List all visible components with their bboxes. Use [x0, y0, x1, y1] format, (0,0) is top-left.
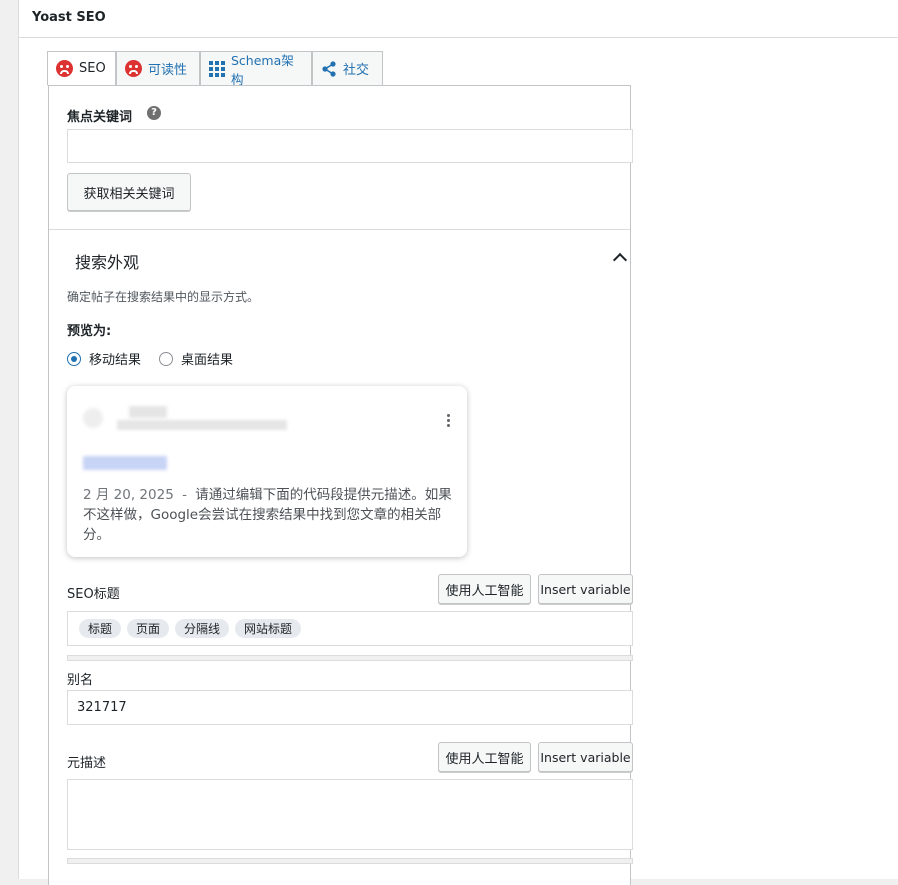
snippet-description: 2 月 20, 2025 - 请通过编辑下面的代码段提供元描述。如果不这样做，G… — [83, 485, 455, 545]
meta-description-ai-button[interactable]: 使用人工智能 — [438, 742, 531, 772]
seo-title-length-bar — [67, 655, 633, 661]
variable-tag: 页面 — [127, 619, 170, 638]
yoast-seo-metabox: Yoast SEO SEO 可读性 Schema架构 社交 焦点关键词 ? 获取… — [18, 0, 898, 885]
tab-label: 可读性 — [148, 63, 188, 78]
seo-title-editor[interactable]: 标题 页面 分隔线 网站标题 — [67, 611, 633, 646]
focus-keyword-label: 焦点关键词 — [67, 110, 133, 125]
desktop-result-radio[interactable] — [159, 351, 174, 366]
meta-description-label: 元描述 — [67, 756, 107, 771]
more-vertical-icon[interactable] — [447, 414, 450, 429]
site-name-blurred — [129, 406, 167, 418]
help-icon[interactable]: ? — [147, 106, 161, 120]
mobile-result-label[interactable]: 移动结果 — [89, 349, 141, 368]
seo-title-insert-variable-button[interactable]: Insert variable — [538, 574, 633, 604]
snippet-separator: - — [182, 487, 187, 503]
preview-as-label: 预览为: — [67, 324, 112, 339]
focus-keyword-input[interactable] — [67, 129, 633, 163]
tab-label: Schema架构 — [231, 52, 294, 87]
meta-description-insert-variable-button[interactable]: Insert variable — [538, 742, 633, 772]
grid-icon — [209, 60, 225, 77]
meta-description-editor[interactable] — [67, 779, 633, 850]
variable-tag: 网站标题 — [235, 619, 302, 638]
seo-title-label: SEO标题 — [67, 587, 120, 602]
mobile-result-radio[interactable] — [67, 351, 81, 366]
slug-input[interactable]: 321717 — [67, 690, 633, 725]
search-appearance-title[interactable]: 搜索外观 — [75, 249, 139, 273]
share-icon — [322, 60, 336, 77]
title-link-blurred[interactable] — [83, 456, 167, 470]
desktop-result-label[interactable]: 桌面结果 — [181, 349, 233, 368]
metabox-header[interactable]: Yoast SEO — [19, 0, 898, 38]
site-url-blurred — [117, 420, 287, 430]
seo-title-ai-button[interactable]: 使用人工智能 — [438, 574, 531, 604]
tab-label: SEO — [79, 61, 106, 76]
search-appearance-description: 确定帖子在搜索结果中的显示方式。 — [67, 290, 260, 304]
variable-tag: 标题 — [79, 619, 122, 638]
metabox-title: Yoast SEO — [32, 10, 106, 25]
tab-social[interactable]: 社交 — [312, 51, 383, 85]
get-related-keyphrases-button[interactable]: 获取相关关键词 — [67, 173, 191, 211]
meta-description-length-bar — [67, 858, 633, 864]
sad-face-icon — [56, 60, 73, 77]
variable-tag: 分隔线 — [175, 619, 230, 638]
slug-label: 别名 — [67, 673, 94, 688]
sad-face-icon — [125, 60, 142, 77]
tab-label: 社交 — [343, 63, 370, 78]
google-mobile-preview: 2 月 20, 2025 - 请通过编辑下面的代码段提供元描述。如果不这样做，G… — [67, 386, 467, 557]
chevron-up-icon[interactable] — [612, 252, 628, 268]
divider — [49, 229, 630, 230]
tab-schema[interactable]: Schema架构 — [200, 51, 312, 87]
snippet-date: 2 月 20, 2025 — [83, 487, 174, 503]
tab-readability[interactable]: 可读性 — [116, 51, 200, 85]
seo-tab-panel: 焦点关键词 ? 获取相关关键词 搜索外观 确定帖子在搜索结果中的显示方式。 预览… — [48, 85, 633, 885]
tab-seo[interactable]: SEO — [47, 51, 116, 86]
preview-mode-options: 移动结果 桌面结果 — [67, 349, 233, 368]
site-favicon — [83, 408, 103, 428]
